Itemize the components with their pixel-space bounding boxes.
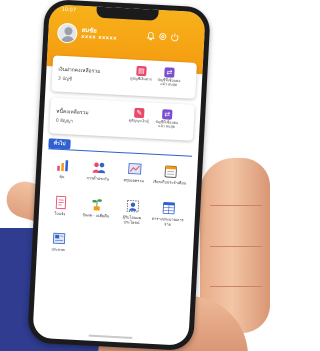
status-time: 10:07 <box>61 6 77 14</box>
menu-label: ประกาศ <box>51 246 65 253</box>
beneficiary-icon <box>125 198 141 214</box>
avatar-head <box>64 26 73 36</box>
avatar-body <box>60 35 76 44</box>
menu-item-guarantee[interactable]: การค้ำประกัน <box>81 159 116 182</box>
power-icon[interactable] <box>170 33 179 42</box>
phone-screen: 10:07 สมชัย xxxx xxxxx เงินฝากคงเหลือรวม… <box>32 4 206 346</box>
menu-item-shares[interactable]: หุ้น <box>45 157 80 180</box>
monthly-bill-icon <box>162 163 178 179</box>
loan-count: 0 สัญญา <box>55 118 74 125</box>
menu-item-announcement[interactable]: ประกาศ <box>41 230 76 253</box>
home-indicator <box>88 334 133 339</box>
menu-item-monthly-billing[interactable]: เรียกเก็บประจำเดือน <box>153 163 188 186</box>
menu-item-payment-schedule[interactable]: ตารางประมาณการจ่าย <box>150 200 185 228</box>
summary-chart-icon <box>126 161 142 177</box>
settings-icon[interactable] <box>158 32 167 41</box>
menu-label: ปันผล - เฉลี่ยคืน <box>82 212 110 219</box>
menu-item-dividend[interactable]: ปันผล - เฉลี่ยคืน <box>79 196 114 219</box>
view-loans-button[interactable]: ✎ ดูสัญญาเงินกู้ <box>126 107 153 124</box>
menu-label: สรุปยอดรวม <box>123 177 145 184</box>
bank-book-icon: ▤ <box>136 65 147 77</box>
view-savings-label: ดูบัญชีเงินฝาก <box>130 76 153 82</box>
menu-label: ใบแจ้ง <box>54 210 66 217</box>
savings-balance-card[interactable]: เงินฝากคงเหลือรวม 3 บัญชี ▤ ดูบัญชีเงินฝ… <box>51 55 197 99</box>
announcement-icon <box>51 231 67 247</box>
linked-accounts-button[interactable]: ⇄ บัญชีที่เชื่อมต่อแล้ว สนสุด <box>156 67 183 88</box>
linked-accounts-label: บัญชีที่เชื่อมต่อแล้ว สนสุด <box>157 77 181 88</box>
menu-label: เรียกเก็บประจำเดือน <box>152 178 187 186</box>
notice-document-icon <box>53 195 69 211</box>
menu-label: การค้ำประกัน <box>86 175 110 182</box>
menu-label: ตารางประมาณการจ่าย <box>151 215 184 227</box>
finger-crease <box>210 246 262 247</box>
bell-icon[interactable] <box>146 31 155 41</box>
loan-title: หนี้คงเหลือรวม <box>56 108 89 117</box>
menu-item-notice[interactable]: ใบแจ้ง <box>43 194 78 217</box>
savings-count: 3 บัญชี <box>57 76 73 83</box>
finger-crease <box>210 286 262 287</box>
linked-loan-accounts-label: บัญชีที่เชื่อมต่อแล้ว สนสุด <box>155 119 179 130</box>
linked-account-icon: ⇄ <box>164 67 175 78</box>
avatar[interactable] <box>56 22 78 44</box>
menu-label: หุ้น <box>59 173 65 180</box>
section-divider <box>48 148 193 157</box>
view-loans-label: ดูสัญญาเงินกู้ <box>128 118 150 124</box>
guarantee-people-icon <box>90 160 106 176</box>
contract-icon: ✎ <box>134 107 145 119</box>
user-id: xxxx xxxxx <box>81 33 118 42</box>
finger-crease <box>210 205 262 206</box>
linked-loan-accounts-button[interactable]: ⇄ บัญชีที่เชื่อมต่อแล้ว สนสุด <box>153 109 180 130</box>
view-savings-button[interactable]: ▤ ดูบัญชีเงินฝาก <box>128 65 155 82</box>
payment-table-icon <box>160 200 176 216</box>
stock-chart-icon <box>55 158 71 174</box>
linked-account-icon: ⇄ <box>161 109 173 120</box>
smartphone: 10:07 สมชัย xxxx xxxxx เงินฝากคงเหลือรวม… <box>27 0 211 351</box>
menu-item-beneficiary[interactable]: ผู้รับโอนผลประโยชน์ <box>114 198 149 226</box>
menu-item-summary[interactable]: สรุปยอดรวม <box>117 161 152 184</box>
loan-balance-card[interactable]: หนี้คงเหลือรวม 0 สัญญา ✎ ดูสัญญาเงินกู้ … <box>49 97 195 141</box>
dividend-plant-icon <box>89 196 105 212</box>
menu-label: ผู้รับโอนผลประโยชน์ <box>122 214 142 225</box>
